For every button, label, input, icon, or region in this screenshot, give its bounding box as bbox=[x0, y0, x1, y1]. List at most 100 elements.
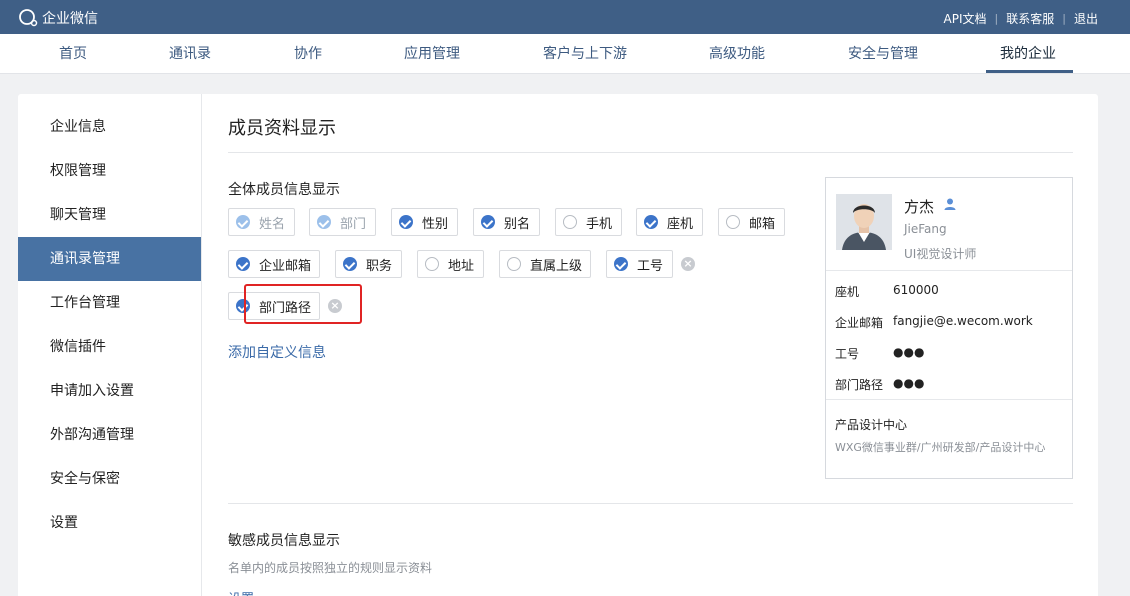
preview-row-value: 610000 bbox=[893, 283, 939, 297]
field-label: 工号 bbox=[637, 258, 664, 274]
field-label: 企业邮箱 bbox=[259, 258, 312, 274]
highlight-box bbox=[244, 284, 362, 324]
preview-row-key: 座机 bbox=[835, 285, 860, 299]
field-chip-name: 姓名 bbox=[228, 208, 295, 236]
check-circle-icon bbox=[726, 215, 740, 229]
preview-job-title: UI视觉设计师 bbox=[904, 247, 977, 261]
field-label: 别名 bbox=[504, 216, 531, 232]
sidebar-item-contacts-management[interactable]: 通讯录管理 bbox=[18, 237, 201, 281]
preview-name: 方杰 bbox=[904, 198, 935, 216]
brand-logo[interactable]: 企业微信 bbox=[18, 8, 98, 28]
check-circle-icon bbox=[481, 215, 495, 229]
main-panel: 成员资料显示 全体成员信息显示 姓名 部门 性别 别名 手机 座机 邮箱 企业邮… bbox=[202, 94, 1098, 596]
check-circle-icon bbox=[614, 257, 628, 271]
check-circle-icon bbox=[236, 215, 250, 229]
nav-item-contacts[interactable]: 通讯录 bbox=[169, 34, 211, 74]
profile-preview-card: 方杰 JieFang UI视觉设计师 座机 610000 企业邮箱 fangji… bbox=[825, 177, 1073, 479]
field-label: 直属上级 bbox=[530, 258, 583, 274]
field-chip-mobile[interactable]: 手机 bbox=[555, 208, 622, 236]
preview-department-path: WXG微信事业群/广州研发部/产品设计中心 bbox=[835, 441, 1046, 454]
check-circle-icon bbox=[507, 257, 521, 271]
field-chip-department: 部门 bbox=[309, 208, 376, 236]
check-circle-icon bbox=[399, 215, 413, 229]
field-label: 姓名 bbox=[259, 216, 286, 232]
divider bbox=[826, 399, 1072, 400]
divider bbox=[228, 503, 1073, 504]
field-label: 座机 bbox=[667, 216, 694, 232]
preview-row-department-path: 部门路径 ●●● bbox=[835, 376, 924, 393]
sidebar-item-join-settings[interactable]: 申请加入设置 bbox=[18, 369, 201, 413]
field-chip-email[interactable]: 邮箱 bbox=[718, 208, 785, 236]
sensitive-section-label: 敏感成员信息显示 bbox=[228, 533, 340, 549]
field-chip-address[interactable]: 地址 bbox=[417, 250, 484, 278]
check-circle-icon bbox=[563, 215, 577, 229]
all-members-section-label: 全体成员信息显示 bbox=[228, 182, 340, 198]
field-chip-landline[interactable]: 座机 bbox=[636, 208, 703, 236]
field-label: 手机 bbox=[586, 216, 613, 232]
logout-link[interactable]: 退出 bbox=[1074, 10, 1098, 27]
field-label: 邮箱 bbox=[749, 216, 776, 232]
main-nav: 首页 通讯录 协作 应用管理 客户与上下游 高级功能 安全与管理 我的企业 bbox=[0, 34, 1130, 74]
preview-row-key: 部门路径 bbox=[835, 378, 884, 392]
remove-icon[interactable]: × bbox=[681, 257, 695, 271]
sensitive-section-description: 名单内的成员按照独立的规则显示资料 bbox=[228, 561, 433, 575]
sensitive-settings-link[interactable]: 设置 bbox=[228, 588, 254, 596]
sidebar-item-external-communication[interactable]: 外部沟通管理 bbox=[18, 413, 201, 457]
sidebar-item-settings[interactable]: 设置 bbox=[18, 501, 201, 545]
preview-row-employee-id: 工号 ●●● bbox=[835, 345, 924, 362]
sidebar-item-workbench[interactable]: 工作台管理 bbox=[18, 281, 201, 325]
divider: | bbox=[994, 12, 999, 25]
api-docs-link[interactable]: API文档 bbox=[944, 10, 987, 27]
content-card: 企业信息 权限管理 聊天管理 通讯录管理 工作台管理 微信插件 申请加入设置 外… bbox=[18, 94, 1098, 596]
chat-bubble-icon bbox=[19, 9, 38, 27]
sidebar-item-enterprise-info[interactable]: 企业信息 bbox=[18, 105, 201, 149]
contact-support-link[interactable]: 联系客服 bbox=[1006, 10, 1054, 27]
sidebar-item-wechat-plugin[interactable]: 微信插件 bbox=[18, 325, 201, 369]
avatar bbox=[836, 194, 892, 250]
page-title: 成员资料显示 bbox=[228, 118, 336, 139]
field-chip-direct-supervisor[interactable]: 直属上级 bbox=[499, 250, 591, 278]
nav-active-indicator bbox=[986, 70, 1073, 73]
sidebar-item-chat[interactable]: 聊天管理 bbox=[18, 193, 201, 237]
preview-row-enterprise-email: 企业邮箱 fangjie@e.wecom.work bbox=[835, 314, 1033, 331]
nav-item-my-enterprise[interactable]: 我的企业 bbox=[1000, 34, 1056, 74]
preview-row-key: 企业邮箱 bbox=[835, 316, 884, 330]
nav-item-collaboration[interactable]: 协作 bbox=[294, 34, 322, 74]
sidebar-item-security-privacy[interactable]: 安全与保密 bbox=[18, 457, 201, 501]
preview-row-value: fangjie@e.wecom.work bbox=[893, 314, 1033, 328]
nav-item-home[interactable]: 首页 bbox=[59, 34, 87, 74]
divider bbox=[826, 270, 1072, 271]
sidebar: 企业信息 权限管理 聊天管理 通讯录管理 工作台管理 微信插件 申请加入设置 外… bbox=[18, 94, 202, 596]
top-bar: 企业微信 API文档 | 联系客服 | 退出 bbox=[0, 0, 1130, 34]
field-chip-gender[interactable]: 性别 bbox=[391, 208, 458, 236]
user-icon bbox=[944, 198, 956, 210]
field-label: 部门 bbox=[340, 216, 367, 232]
nav-item-customers[interactable]: 客户与上下游 bbox=[543, 34, 627, 74]
check-circle-icon bbox=[425, 257, 439, 271]
field-chip-employee-id[interactable]: 工号 bbox=[606, 250, 673, 278]
nav-item-security[interactable]: 安全与管理 bbox=[848, 34, 918, 74]
sidebar-item-permissions[interactable]: 权限管理 bbox=[18, 149, 201, 193]
nav-item-app-management[interactable]: 应用管理 bbox=[404, 34, 460, 74]
brand-name: 企业微信 bbox=[42, 11, 98, 27]
field-chip-position[interactable]: 职务 bbox=[335, 250, 402, 278]
divider bbox=[228, 152, 1073, 153]
preview-row-value: ●●● bbox=[893, 345, 925, 359]
field-label: 性别 bbox=[422, 216, 449, 232]
preview-row-key: 工号 bbox=[835, 347, 860, 361]
top-links: API文档 | 联系客服 | 退出 bbox=[944, 10, 1098, 27]
add-custom-info-link[interactable]: 添加自定义信息 bbox=[228, 342, 326, 362]
field-chip-alias[interactable]: 别名 bbox=[473, 208, 540, 236]
preview-department: 产品设计中心 bbox=[835, 418, 908, 432]
check-circle-icon bbox=[644, 215, 658, 229]
check-circle-icon bbox=[317, 215, 331, 229]
nav-item-advanced[interactable]: 高级功能 bbox=[709, 34, 765, 74]
field-label: 职务 bbox=[366, 258, 393, 274]
preview-row-value: ●●● bbox=[893, 376, 925, 390]
field-chip-enterprise-email[interactable]: 企业邮箱 bbox=[228, 250, 320, 278]
check-circle-icon bbox=[236, 257, 250, 271]
divider: | bbox=[1062, 12, 1066, 25]
field-label: 地址 bbox=[448, 258, 475, 274]
preview-row-landline: 座机 610000 bbox=[835, 283, 939, 300]
preview-alias: JieFang bbox=[904, 222, 947, 236]
